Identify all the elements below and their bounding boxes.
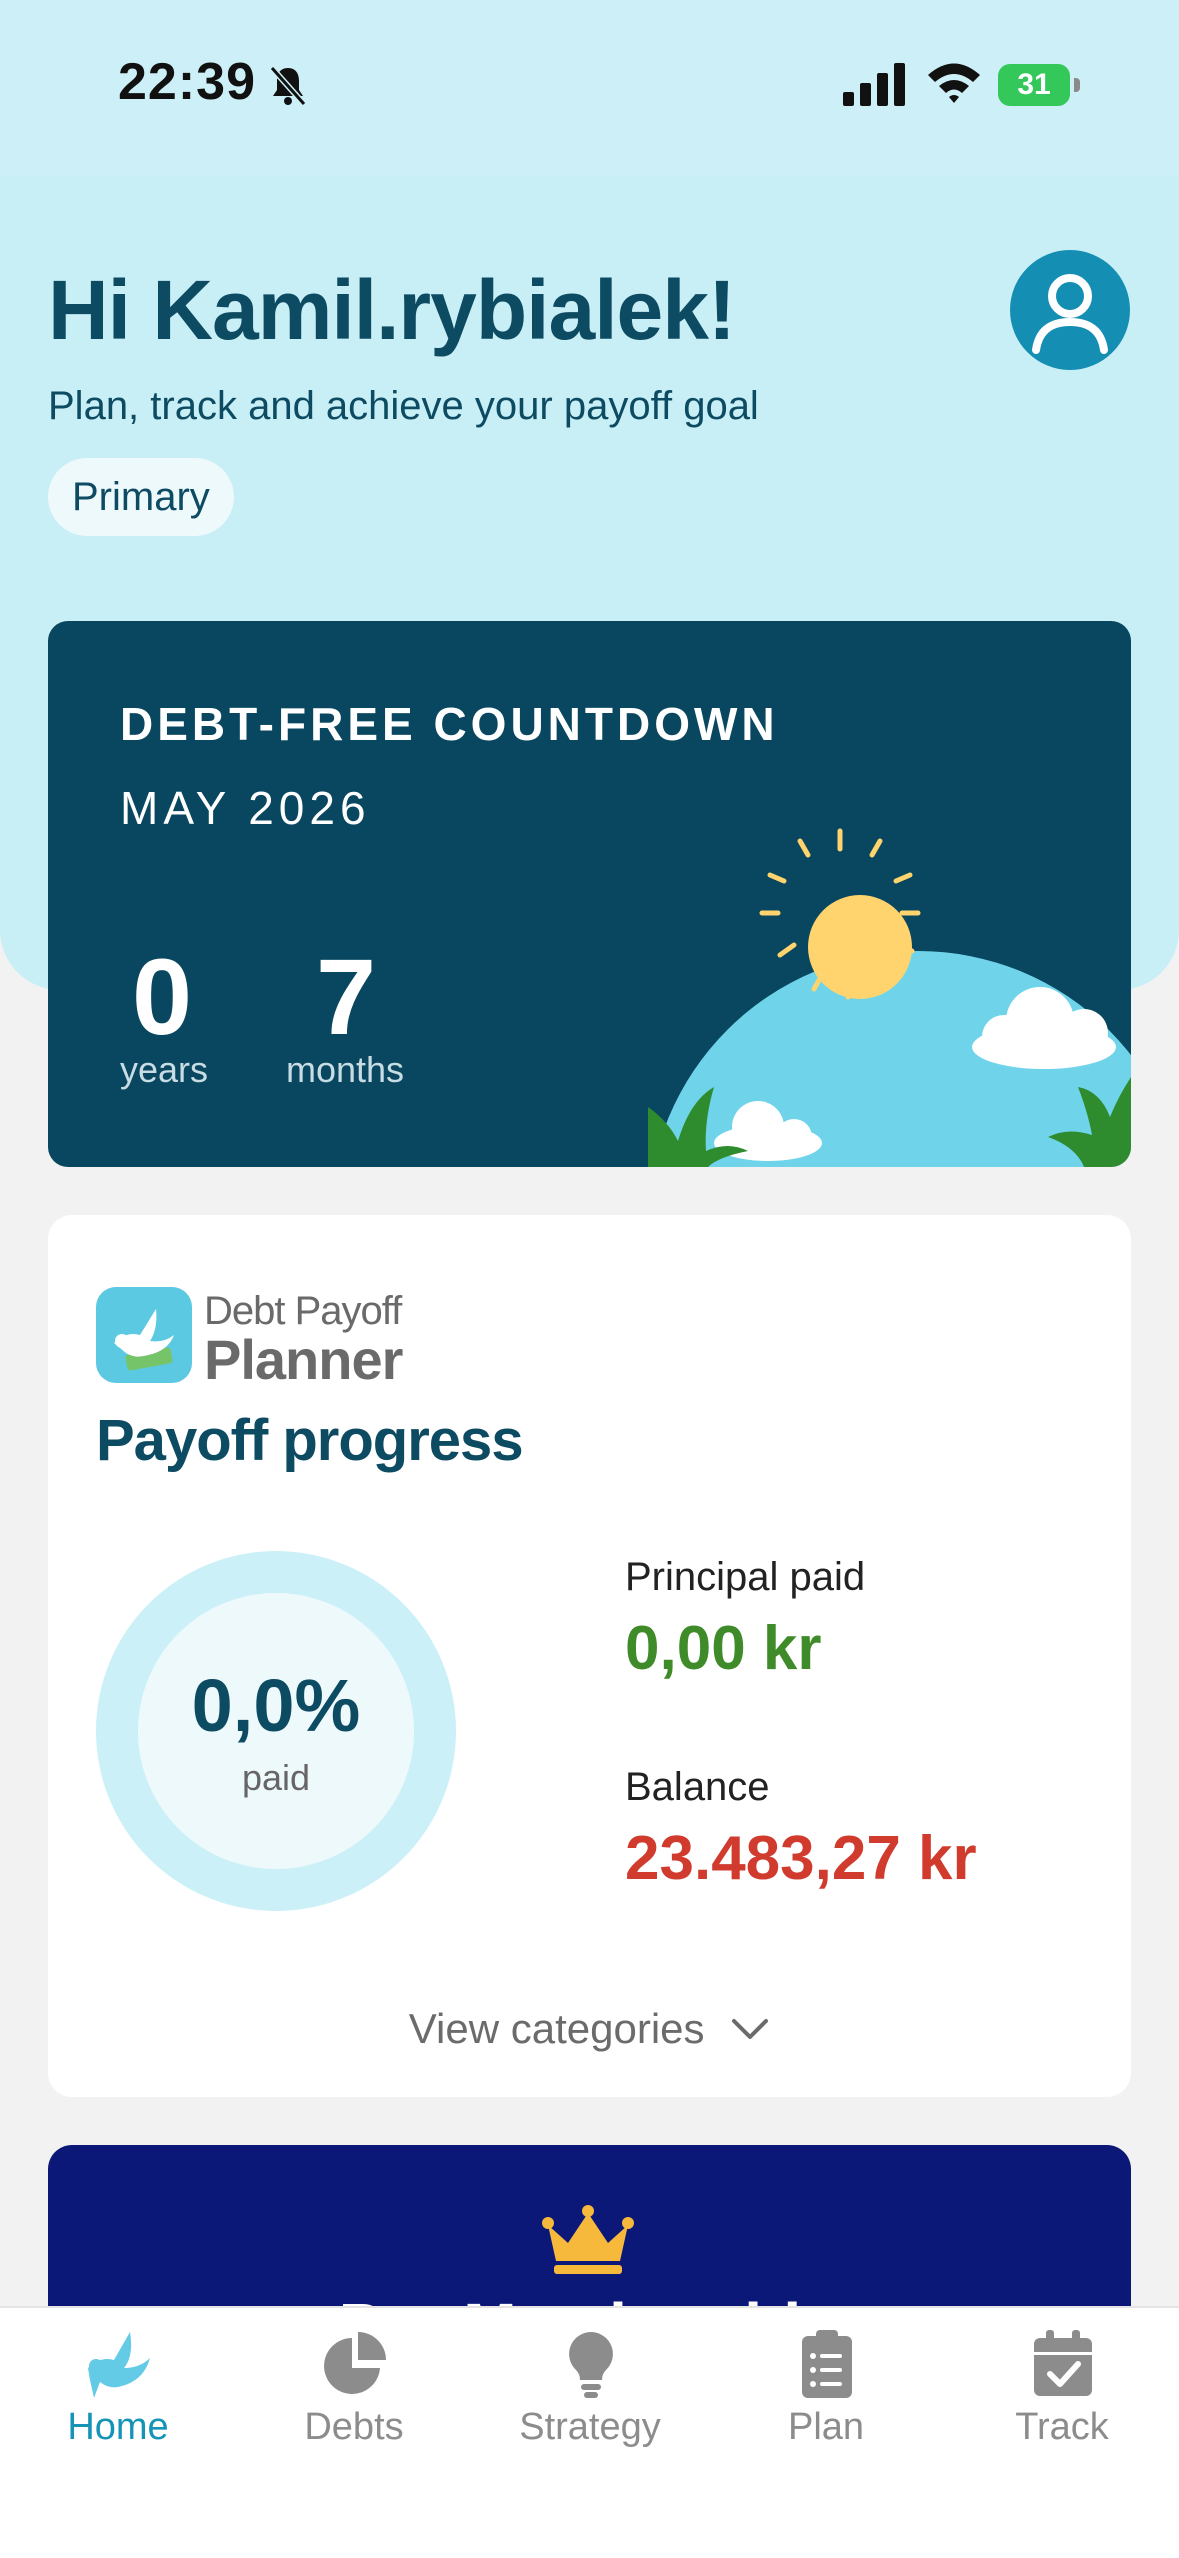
tab-strategy-label: Strategy: [519, 2406, 661, 2448]
plan-chip[interactable]: Primary: [48, 458, 234, 536]
crown-icon: [542, 2205, 634, 2274]
principal-paid-label: Principal paid: [625, 1555, 866, 1599]
balance-value: 23.483,27 kr: [625, 1824, 977, 1893]
tab-plan[interactable]: Plan: [708, 2308, 944, 2558]
percent-paid-label: paid: [241, 1757, 311, 1798]
tab-track[interactable]: Track: [944, 2308, 1179, 2558]
greeting-title: Hi Kamil.rybialek!: [48, 263, 736, 357]
pie-chart-icon: [324, 2332, 386, 2394]
progress-ring: 0,0% paid: [96, 1551, 456, 1911]
balance-label: Balance: [625, 1765, 770, 1809]
user-icon: [1032, 274, 1108, 354]
sunny-sky-illustration: [648, 828, 1131, 1167]
years-label: years: [120, 1049, 209, 1090]
battery-level: 31: [998, 64, 1070, 106]
payoff-progress-title: Payoff progress: [96, 1408, 524, 1473]
tab-debts[interactable]: Debts: [236, 2308, 472, 2558]
clipboard-icon: [802, 2330, 852, 2398]
months-label: months: [286, 1049, 405, 1090]
status-time: 22:39: [118, 53, 256, 111]
chevron-down-icon: [732, 2019, 769, 2039]
dove-logo-icon: [114, 1309, 174, 1371]
greeting-subtitle: Plan, track and achieve your payoff goal: [48, 384, 759, 428]
bottom-tab-bar: Home Debts Strategy Plan Track: [0, 2306, 1179, 2558]
calendar-check-icon: [1034, 2330, 1092, 2396]
debt-free-countdown-card[interactable]: DEBT-FREE COUNTDOWN MAY 2026 0 years 7 m…: [48, 621, 1131, 1167]
principal-paid-value: 0,00 kr: [625, 1614, 822, 1683]
app-logo: [96, 1287, 192, 1383]
tab-strategy[interactable]: Strategy: [472, 2308, 708, 2558]
battery-tip: [1074, 78, 1080, 92]
percent-paid: 0,0%: [191, 1664, 361, 1747]
months-value: 7: [316, 936, 377, 1057]
progress-ring-center: 0,0% paid: [138, 1593, 414, 1869]
tab-debts-label: Debts: [304, 2406, 404, 2448]
tab-plan-label: Plan: [787, 2406, 865, 2448]
lightbulb-icon: [569, 2332, 613, 2398]
tab-track-label: Track: [1015, 2406, 1109, 2448]
silent-bell-icon: [269, 66, 307, 106]
countdown-date: MAY 2026: [120, 782, 371, 834]
tab-home-label: Home: [67, 2406, 169, 2448]
battery-indicator: 31: [998, 64, 1080, 106]
payoff-progress-card: Debt Payoff Planner Payoff progress 0,0%…: [48, 1215, 1131, 2097]
years-value: 0: [132, 936, 193, 1057]
cellular-signal-icon: [843, 63, 905, 106]
view-categories-label: View categories: [408, 2005, 705, 2052]
profile-avatar-button[interactable]: [1010, 250, 1130, 370]
logo-text-line2: Planner: [204, 1328, 403, 1391]
dove-icon: [88, 2332, 150, 2398]
wifi-icon: [928, 63, 980, 103]
status-bar: 22:39 31: [0, 0, 1179, 175]
countdown-title: DEBT-FREE COUNTDOWN: [120, 698, 779, 750]
view-categories-button[interactable]: View categories: [48, 2005, 1131, 2053]
tab-home[interactable]: Home: [0, 2308, 236, 2558]
